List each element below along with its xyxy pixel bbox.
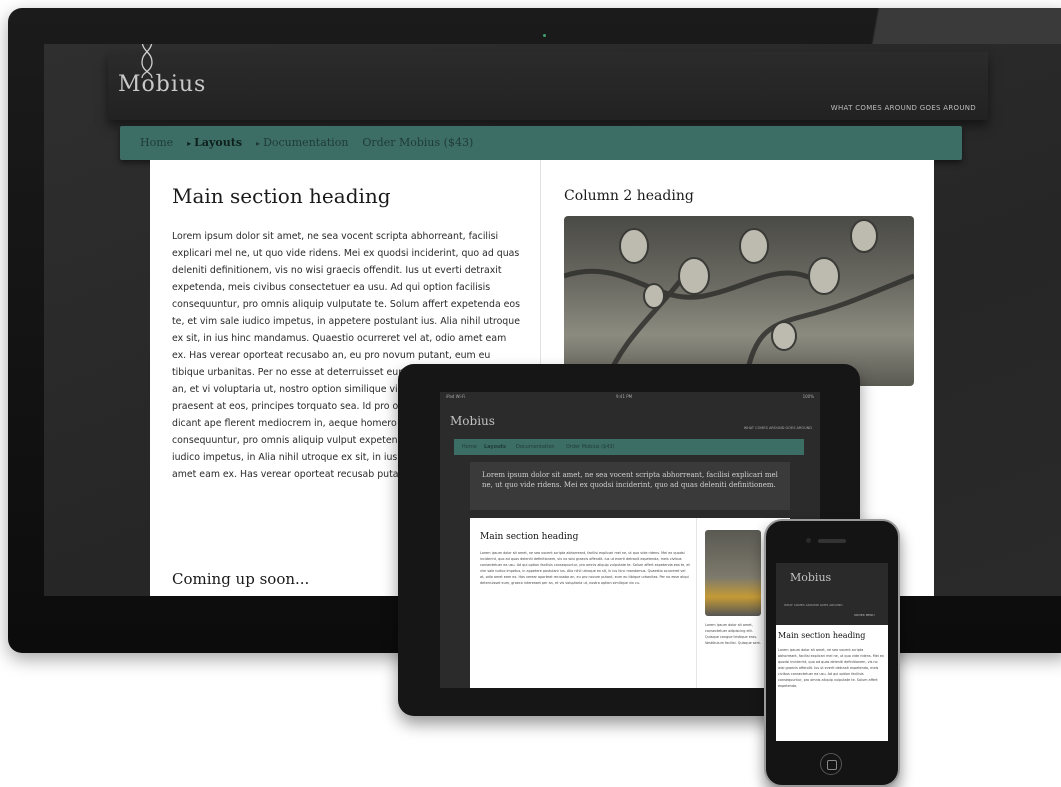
phone-site-logo[interactable]: Mobius (790, 571, 831, 584)
phone-speaker (818, 539, 846, 543)
tablet-page-content: Main section heading Lorem ipsum dolor s… (470, 518, 790, 688)
nav-item-label: Order Mobius ($43) (362, 136, 474, 149)
caret-right-icon: ▸ (256, 139, 261, 148)
phone-device: Mobius WHAT COMES AROUND GOES AROUND ORD… (764, 519, 900, 787)
nav-item-label: Documentation (263, 136, 349, 149)
tablet-column-2-text: Lorem ipsum dolor sit amet, consectetuer… (705, 623, 762, 645)
nav-item-order-mobius-43[interactable]: Order Mobius ($43) (362, 136, 473, 149)
tablet-nav-documentation[interactable]: Documentation (516, 444, 555, 450)
column-2-heading: Column 2 heading (564, 188, 694, 204)
main-section-heading: Main section heading (172, 184, 391, 208)
nav-item-layouts[interactable]: ▸ Layouts (187, 136, 242, 149)
tablet-navbar: Home Layouts Documentation Order Mobius … (454, 439, 804, 455)
tablet-nav-layouts[interactable]: Layouts (484, 444, 506, 450)
phone-camera-icon (806, 538, 811, 543)
monitor-glare (828, 8, 1061, 48)
nav-item-home[interactable]: Home (140, 136, 173, 149)
phone-order-menu[interactable]: ORDER MENU (854, 613, 875, 617)
site-header: Mobius WHAT COMES AROUND GOES AROUND (108, 44, 988, 120)
tablet-screen: iPad Wi-Fi 9:41 PM 100% Mobius WHAT COME… (440, 392, 820, 688)
tablet-main-text: Lorem ipsum dolor sit amet, ne sea vocen… (480, 551, 690, 585)
monitor-camera-icon (543, 22, 555, 56)
nav-item-label: Layouts (194, 136, 243, 149)
tablet-banner-text: Lorem ipsum dolor sit amet, ne sea vocen… (482, 471, 778, 489)
tablet-time: 9:41 PM (616, 394, 633, 399)
tablet-banner: Lorem ipsum dolor sit amet, ne sea vocen… (470, 462, 790, 510)
phone-main-heading: Main section heading (778, 631, 866, 640)
phone-page-content: Main section heading Lorem ipsum dolor s… (776, 625, 888, 741)
tablet-nav-home[interactable]: Home (462, 444, 477, 450)
coming-up-heading: Coming up soon... (172, 570, 310, 588)
nav-item-label: Home (140, 136, 174, 149)
caret-right-icon: ▸ (187, 138, 192, 148)
tablet-artwork-image (705, 530, 761, 616)
nav-item-documentation[interactable]: ▸ Documentation (256, 136, 348, 149)
site-tagline: WHAT COMES AROUND GOES AROUND (830, 104, 976, 112)
phone-screen: Mobius WHAT COMES AROUND GOES AROUND ORD… (776, 563, 888, 741)
tablet-battery: 100% (802, 394, 814, 399)
home-button-icon[interactable] (820, 753, 842, 775)
tablet-status-bar: iPad Wi-Fi 9:41 PM 100% (440, 392, 820, 402)
column-2-artwork-image (564, 216, 914, 386)
tablet-main-heading: Main section heading (480, 532, 579, 542)
main-navbar: Home ▸ Layouts ▸ Documentation Order Mobius (… (120, 126, 962, 160)
tablet-nav-order[interactable]: Order Mobius ($43) (566, 444, 615, 450)
phone-main-text: Lorem ipsum dolor sit amet, ne sea vocen… (778, 648, 884, 688)
tablet-carrier: iPad Wi-Fi (446, 394, 466, 399)
site-logo[interactable]: Mobius (118, 72, 206, 97)
phone-site-tagline: WHAT COMES AROUND GOES AROUND (784, 603, 843, 607)
tablet-site-tagline: WHAT COMES AROUND GOES AROUND (743, 426, 812, 430)
tablet-site-logo[interactable]: Mobius (450, 414, 495, 428)
